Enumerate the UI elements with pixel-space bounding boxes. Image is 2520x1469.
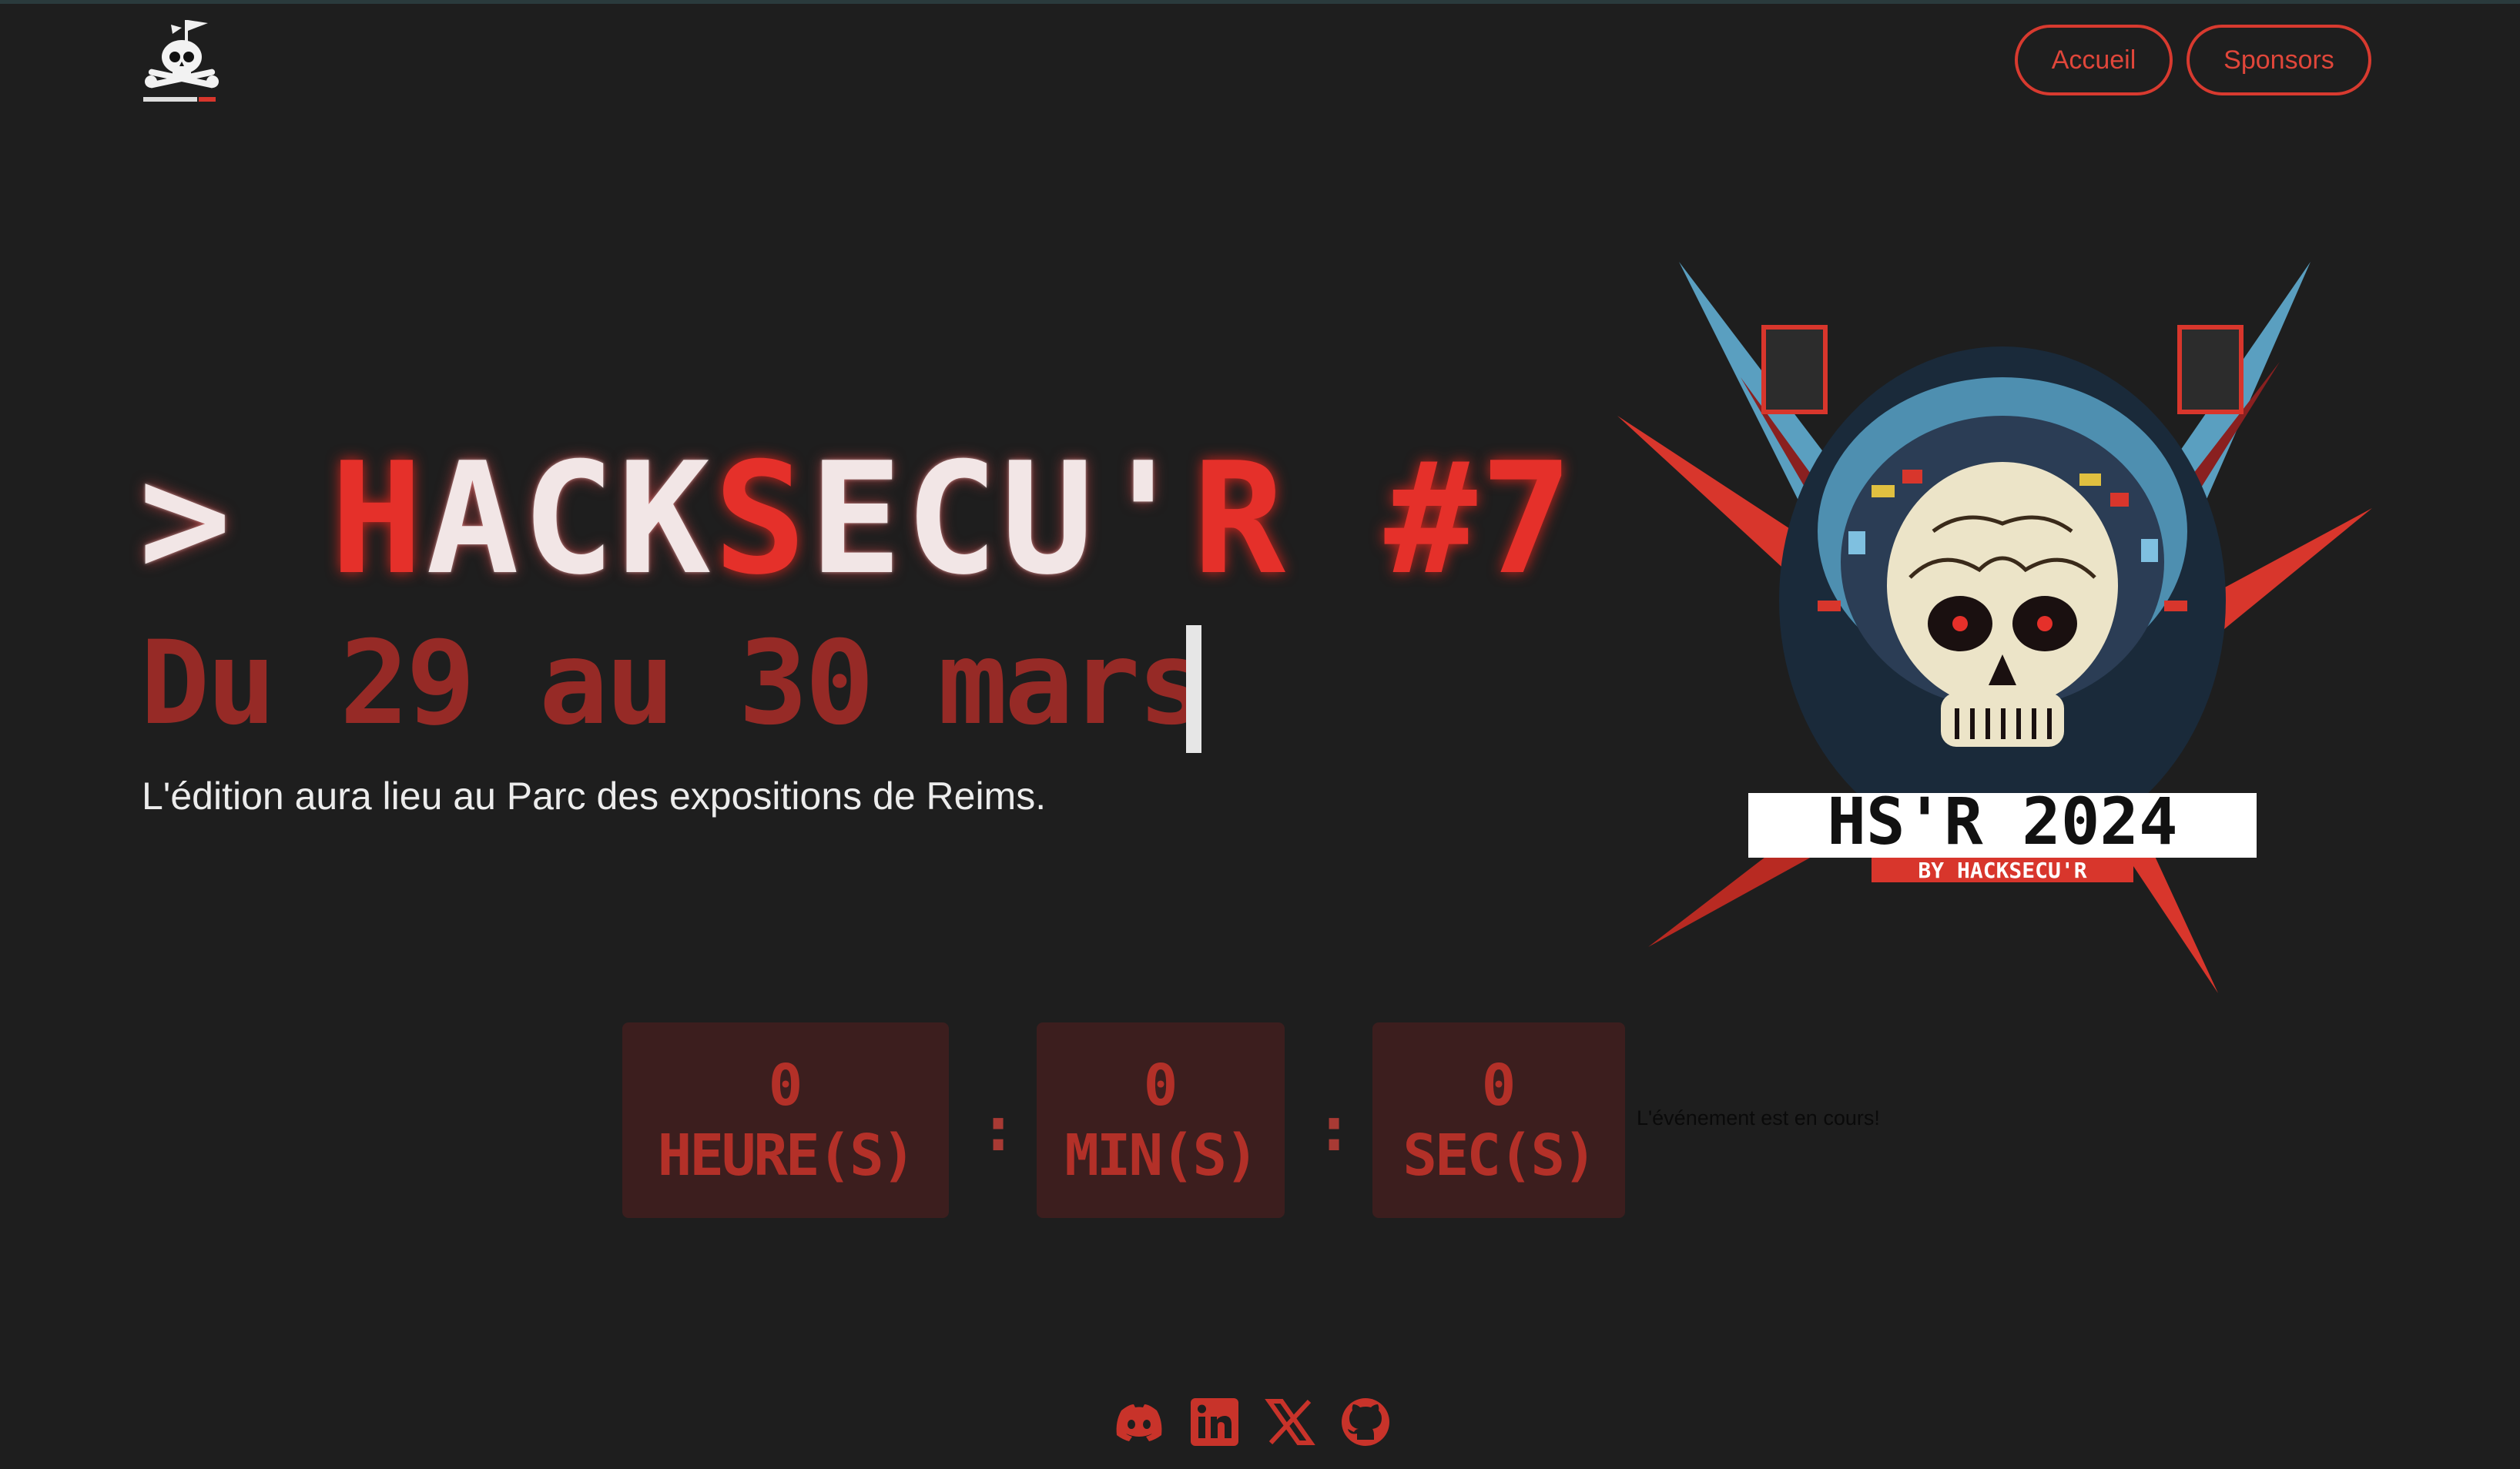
countdown-minutes: 0 MIN(S) <box>1037 1022 1285 1218</box>
countdown-separator: : <box>980 1093 1017 1165</box>
discord-icon[interactable] <box>1112 1395 1166 1449</box>
countdown-hours-value: 0 <box>768 1052 803 1119</box>
title-part: S <box>713 430 809 609</box>
nav-accueil-button[interactable]: Accueil <box>2015 25 2173 95</box>
art-banner-text: HS'R 2024 <box>1827 784 2177 859</box>
event-location: L'édition aura lieu au Parc des expositi… <box>142 775 1047 818</box>
linkedin-icon[interactable] <box>1188 1395 1242 1449</box>
countdown-seconds-value: 0 <box>1481 1052 1516 1119</box>
countdown-hours: 0 HEURE(S) <box>622 1022 949 1218</box>
title-part: ECU' <box>809 430 1193 609</box>
title-part: > <box>139 430 235 609</box>
countdown-seconds-unit: SEC(S) <box>1402 1123 1597 1189</box>
countdown-status: L'événement est en cours! <box>1637 1106 1880 1129</box>
art-sub-text: BY HACKSECU'R <box>1918 858 2086 883</box>
nav-sponsors-button[interactable]: Sponsors <box>2187 25 2371 95</box>
site-logo[interactable] <box>137 17 220 108</box>
countdown-minutes-unit: MIN(S) <box>1064 1123 1258 1189</box>
title-part: R #7 <box>1192 430 1577 609</box>
x-icon[interactable] <box>1263 1395 1317 1449</box>
title-part <box>234 430 330 609</box>
countdown-seconds: 0 SEC(S) <box>1372 1022 1625 1218</box>
hsr-2024-artwork: HS'R 2024 BY HACKSECU'R <box>1617 262 2372 993</box>
top-strip <box>0 0 2520 4</box>
social-links <box>1112 1395 1392 1449</box>
countdown-minutes-value: 0 <box>1143 1052 1178 1119</box>
event-dates: Du 29 au 30 mars <box>140 617 1207 751</box>
typing-caret <box>1186 625 1201 753</box>
countdown-hours-unit: HEURE(S) <box>657 1123 916 1189</box>
countdown-separator: : <box>1315 1093 1353 1165</box>
title-part: H <box>330 430 427 609</box>
title-part: ACK <box>426 430 714 609</box>
main-nav: Accueil Sponsors <box>2015 25 2371 95</box>
github-icon[interactable] <box>1339 1395 1392 1449</box>
hero-title: > HACKSECU'R #7 <box>139 443 1576 597</box>
